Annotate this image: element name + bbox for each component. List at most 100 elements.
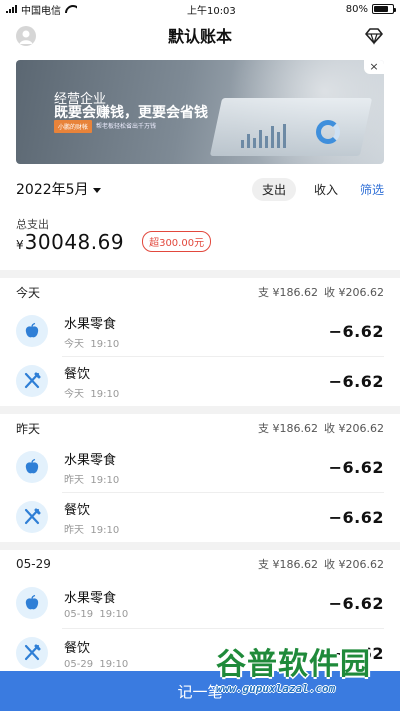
tab-expense[interactable]: 支出 — [251, 177, 296, 201]
battery-level — [374, 6, 389, 12]
carrier-label: 中国电信 — [21, 5, 61, 17]
transaction-day: 05-29 — [64, 658, 94, 670]
clock: 上午10:03 — [186, 5, 236, 17]
status-right: 80% — [345, 3, 396, 15]
category-icon-bg — [16, 587, 48, 619]
transaction-text: 餐饮 今天 19:10 — [64, 363, 119, 400]
transaction-category: 餐饮 — [64, 366, 91, 382]
caret-down-icon — [92, 187, 101, 193]
transaction-text: 水果零食 05-19 19:10 — [64, 587, 128, 620]
avatar[interactable] — [16, 26, 36, 46]
transaction-time: 05-19 19:10 — [64, 609, 128, 620]
currency-symbol: ¥ — [16, 238, 24, 252]
transaction-day: 05-19 — [64, 608, 94, 620]
transaction-amount: −6.62 — [328, 321, 384, 341]
user-icon — [19, 30, 33, 44]
transaction-item[interactable]: 餐饮 昨天 19:10 −6.62 — [0, 492, 400, 542]
page-title: 默认账本 — [167, 27, 232, 46]
fork-knife-icon — [24, 644, 41, 661]
watermark-url: www.gupuxlazal.com — [216, 682, 336, 695]
category-icon-bg — [16, 501, 48, 533]
group-income: 收 ¥206.62 — [324, 558, 384, 571]
banner-tag: 小鹏的财帐 — [54, 120, 93, 133]
group-expense: 支 ¥186.62 — [258, 286, 319, 299]
transaction-day: 昨天 — [64, 524, 84, 536]
transaction-amount: −6.62 — [328, 593, 384, 613]
group-header: 昨天 支 ¥186.62 收 ¥206.62 — [0, 414, 400, 442]
transaction-category: 水果零食 — [64, 590, 117, 606]
watermark-name: 谷普软件园 — [216, 647, 371, 682]
type-toggle: 支出 收入 筛选 — [251, 177, 384, 201]
group-income: 收 ¥206.62 — [324, 286, 384, 299]
section-divider — [0, 270, 400, 278]
tab-income[interactable]: 收入 — [304, 178, 348, 201]
transaction-clock: 19:10 — [99, 608, 129, 620]
transaction-amount: −6.62 — [328, 507, 384, 527]
transaction-item[interactable]: 水果零食 今天 19:10 −6.62 — [0, 306, 400, 356]
apple-icon — [25, 322, 39, 338]
category-icon-bg — [16, 315, 48, 347]
transaction-category: 餐饮 — [64, 640, 91, 656]
transaction-item[interactable]: 水果零食 05-19 19:10 −6.62 — [0, 578, 400, 628]
group-expense: 支 ¥186.62 — [258, 422, 319, 435]
section-divider — [0, 406, 400, 414]
transaction-time: 昨天 19:10 — [64, 521, 119, 536]
group-stats: 支 ¥186.62 收 ¥206.62 — [258, 284, 384, 300]
category-icon-bg — [16, 451, 48, 483]
transaction-clock: 19:10 — [99, 658, 129, 670]
over-budget-badge: 超300.00元 — [142, 231, 212, 252]
banner-laptop-image — [209, 98, 373, 156]
group-date: 05-29 — [16, 557, 51, 571]
group-header: 今天 支 ¥186.62 收 ¥206.62 — [0, 278, 400, 306]
diamond-icon[interactable] — [364, 26, 384, 46]
filter-link[interactable]: 筛选 — [360, 181, 384, 198]
transaction-time: 今天 19:10 — [64, 335, 119, 350]
section-divider — [0, 542, 400, 550]
transaction-text: 水果零食 今天 19:10 — [64, 313, 119, 350]
group-stats: 支 ¥186.62 收 ¥206.62 — [258, 420, 384, 436]
battery-icon — [372, 4, 396, 14]
transaction-category: 餐饮 — [64, 502, 91, 518]
battery-percent: 80% — [345, 3, 368, 15]
banner-subtitle: 帮老板轻松省出千万钱 — [96, 123, 157, 130]
transaction-text: 餐饮 05-29 19:10 — [64, 637, 128, 670]
transaction-amount: −6.62 — [328, 371, 384, 391]
total-amount: 30048.69 — [24, 230, 125, 254]
fork-knife-icon — [24, 508, 41, 525]
transaction-time: 昨天 19:10 — [64, 471, 119, 486]
group-date: 今天 — [16, 285, 41, 300]
transaction-item[interactable]: 水果零食 昨天 19:10 −6.62 — [0, 442, 400, 492]
banner-close-button[interactable]: × — [364, 60, 384, 74]
transaction-clock: 19:10 — [90, 388, 120, 400]
banner-title: 既要会赚钱，更要会省钱 — [54, 105, 208, 121]
transaction-time: 05-29 19:10 — [64, 659, 128, 670]
transaction-amount: −6.62 — [328, 457, 384, 477]
month-selector[interactable]: 2022年5月 — [16, 179, 101, 199]
ad-banner[interactable]: 经营企业 既要会赚钱，更要会省钱 小鹏的财帐 帮老板轻松省出千万钱 × — [16, 60, 384, 164]
status-left: 中国电信 — [6, 2, 77, 17]
total-summary: ¥ 30048.69 超300.00元 — [16, 230, 212, 255]
group-date: 昨天 — [16, 421, 41, 436]
category-icon-bg — [16, 365, 48, 397]
status-bar: 中国电信 上午10:03 80% — [0, 0, 400, 18]
apple-icon — [25, 594, 39, 610]
group-header: 05-29 支 ¥186.62 收 ¥206.62 — [0, 550, 400, 578]
banner-chart-image — [241, 122, 286, 148]
transaction-category: 水果零食 — [64, 316, 117, 332]
apple-icon — [25, 458, 39, 474]
transaction-day: 今天 — [64, 388, 84, 400]
transaction-clock: 19:10 — [90, 524, 120, 536]
signal-icon — [6, 5, 17, 13]
transaction-clock: 19:10 — [90, 474, 120, 486]
group-income: 收 ¥206.62 — [324, 422, 384, 435]
transaction-category: 水果零食 — [64, 452, 117, 468]
app-header: 默认账本 — [0, 18, 400, 52]
wifi-icon — [65, 5, 77, 13]
transaction-time: 今天 19:10 — [64, 385, 119, 400]
transaction-item[interactable]: 餐饮 今天 19:10 −6.62 — [0, 356, 400, 406]
transaction-day: 今天 — [64, 338, 84, 350]
group-stats: 支 ¥186.62 收 ¥206.62 — [258, 556, 384, 572]
group-expense: 支 ¥186.62 — [258, 558, 319, 571]
filter-bar: 2022年5月 支出 收入 筛选 — [0, 176, 400, 202]
month-label: 2022年5月 — [16, 182, 89, 198]
